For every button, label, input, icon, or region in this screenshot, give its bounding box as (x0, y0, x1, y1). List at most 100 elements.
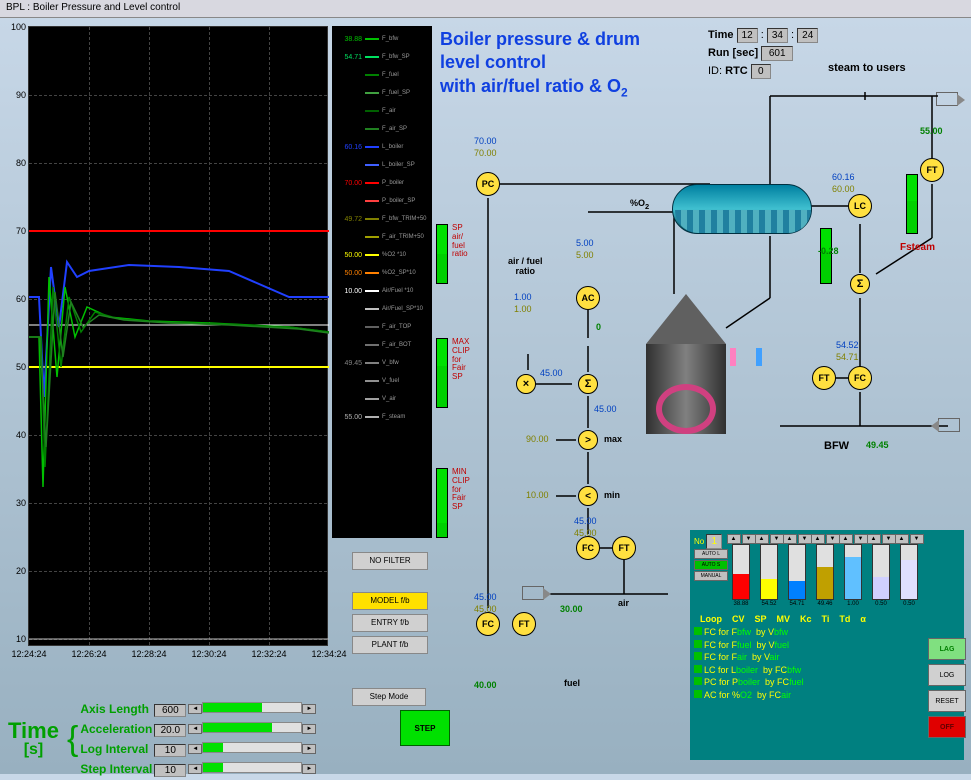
fsteam-label: Fsteam (900, 242, 935, 253)
legend-row[interactable]: 55.00F_steam (334, 408, 430, 426)
loop-no-val[interactable]: 1 (706, 534, 722, 549)
plant-fb-button[interactable]: PLANT f/b (352, 636, 428, 654)
legend-row[interactable]: 49.45V_bfw (334, 354, 430, 372)
step-mode-button[interactable]: Step Mode (352, 688, 426, 706)
accel-input[interactable] (154, 724, 186, 737)
title-line2: level control (440, 51, 640, 74)
process-diagram: 70.00 70.00 PC %O2 5.00 5.00 AC 0 air / … (440, 78, 960, 588)
tuning-bar-Td[interactable]: ▲▼0.50 (868, 534, 894, 610)
manual-button[interactable]: MANUAL (694, 571, 728, 581)
step-int-dec[interactable]: ◄ (188, 764, 202, 774)
tuning-bar-CV[interactable]: ▲▼38.88 (728, 534, 754, 610)
time-unit: [s] (8, 742, 59, 758)
time-mm: 34 (767, 28, 788, 43)
ytick: 100 (6, 22, 26, 32)
o2-label: %O (630, 198, 645, 208)
ft-steam-block: FT (920, 158, 944, 182)
ytick: 50 (6, 362, 26, 372)
fc-fuel-pv: 45.00 (474, 592, 497, 602)
legend-row[interactable]: F_air (334, 102, 430, 120)
axis-length-label: Axis Length (80, 700, 152, 718)
loop-row[interactable]: FC for Fair by Vair (694, 651, 960, 664)
tuning-hdr-SP: SP (751, 614, 771, 624)
action-buttons: LAG LOG RESET OFF (928, 638, 966, 742)
step-button[interactable]: STEP (400, 710, 450, 746)
afr-pv: 1.00 (514, 292, 532, 302)
legend-row[interactable]: F_fuel (334, 66, 430, 84)
tuning-bar-MV[interactable]: ▲▼54.71 (784, 534, 810, 610)
axis-length-input[interactable] (154, 704, 186, 717)
loop-row[interactable]: LC for Lboiler by FCbfw (694, 664, 960, 677)
lc-block[interactable]: LC (848, 194, 872, 218)
legend-row[interactable]: F_air_TRIM+50 (334, 228, 430, 246)
step-int-inc[interactable]: ► (302, 764, 316, 774)
legend-row[interactable]: P_boiler_SP (334, 192, 430, 210)
off-button[interactable]: OFF (928, 716, 966, 738)
legend-row[interactable]: 70.00P_boiler (334, 174, 430, 192)
legend-row[interactable]: 54.71F_bfw_SP (334, 48, 430, 66)
chart-plot-area[interactable]: 12:24:24 12:26:24 12:28:24 12:30:24 12:3… (28, 26, 328, 646)
loop-row[interactable]: FC for Fbfw by Vbfw (694, 626, 960, 639)
legend-row[interactable]: L_boiler_SP (334, 156, 430, 174)
id-name: RTC (725, 65, 748, 77)
step-int-input[interactable] (154, 764, 186, 777)
legend-row[interactable]: 49.72F_bfw_TRIM+50 (334, 210, 430, 228)
bfw-valve-val: 49.45 (866, 440, 889, 450)
ytick: 80 (6, 158, 26, 168)
axis-length-inc[interactable]: ► (302, 704, 316, 714)
legend-row[interactable]: F_air_TOP (334, 318, 430, 336)
lag-button[interactable]: LAG (928, 638, 966, 660)
legend-row[interactable]: V_air (334, 390, 430, 408)
ytick: 70 (6, 226, 26, 236)
log-int-input[interactable] (154, 744, 186, 757)
fc-fuel-block[interactable]: FC (476, 612, 500, 636)
entry-fb-button[interactable]: ENTRY f/b (352, 614, 428, 632)
tuning-bar-SP[interactable]: ▲▼54.52 (756, 534, 782, 610)
lc-sp: 60.00 (832, 184, 855, 194)
loop-row[interactable]: FC for Ffuel by Vfuel (694, 639, 960, 652)
ytick: 20 (6, 566, 26, 576)
axis-length-dec[interactable]: ◄ (188, 704, 202, 714)
auto-s-button[interactable]: AUTO S (694, 560, 728, 570)
loop-row[interactable]: AC for %O2 by FCair (694, 689, 960, 702)
window-title: BPL : Boiler Pressure and Level control (6, 2, 180, 13)
loop-row[interactable]: PC for Pboiler by FCfuel (694, 676, 960, 689)
legend-row[interactable]: 38.88F_bfw (334, 30, 430, 48)
tuning-panel: No 1 AUTO L AUTO S MANUAL ▲▼38.88▲▼54.52… (690, 530, 964, 760)
tuning-bar-Kc[interactable]: ▲▼49.46 (812, 534, 838, 610)
fsteam-bar[interactable] (906, 174, 918, 234)
legend-row[interactable]: Air/Fuel_SP*10 (334, 300, 430, 318)
sigma-air-block: Σ (578, 374, 598, 394)
log-button[interactable]: LOG (928, 664, 966, 686)
legend-row[interactable]: F_air_BOT (334, 336, 430, 354)
cold-indicator-icon (756, 348, 762, 366)
tuning-hdr-CV: CV (728, 614, 749, 624)
ac-block[interactable]: AC (576, 286, 600, 310)
accel-dec[interactable]: ◄ (188, 724, 202, 734)
legend-row[interactable]: 50.00%O2_SP*10 (334, 264, 430, 282)
pc-block[interactable]: PC (476, 172, 500, 196)
legend-row[interactable]: F_air_SP (334, 120, 430, 138)
reset-button[interactable]: RESET (928, 690, 966, 712)
lc-bar[interactable] (820, 228, 832, 284)
legend-row[interactable]: 10.00Air/Fuel *10 (334, 282, 430, 300)
trend-chart: 100 90 80 70 60 50 40 30 20 10 12:24:24 (6, 26, 332, 672)
fc-bfw-block[interactable]: FC (848, 366, 872, 390)
fc-air-block[interactable]: FC (576, 536, 600, 560)
log-int-dec[interactable]: ◄ (188, 744, 202, 754)
accel-inc[interactable]: ► (302, 724, 316, 734)
log-int-inc[interactable]: ► (302, 744, 316, 754)
no-filter-button[interactable]: NO FILTER (352, 552, 428, 570)
legend-row[interactable]: 50.00%O2 *10 (334, 246, 430, 264)
tuning-bar-α[interactable]: ▲▼0.50 (896, 534, 922, 610)
model-fb-button[interactable]: MODEL f/b (352, 592, 428, 610)
lc-out: -0.28 (818, 246, 839, 256)
auto-l-button[interactable]: AUTO L (694, 549, 728, 559)
legend-row[interactable]: F_fuel_SP (334, 84, 430, 102)
ytick: 30 (6, 498, 26, 508)
tuning-bar-Ti[interactable]: ▲▼1.00 (840, 534, 866, 610)
max-block: > (578, 430, 598, 450)
bfw-label: BFW (824, 440, 849, 452)
legend-row[interactable]: V_fuel (334, 372, 430, 390)
legend-row[interactable]: 60.16L_boiler (334, 138, 430, 156)
